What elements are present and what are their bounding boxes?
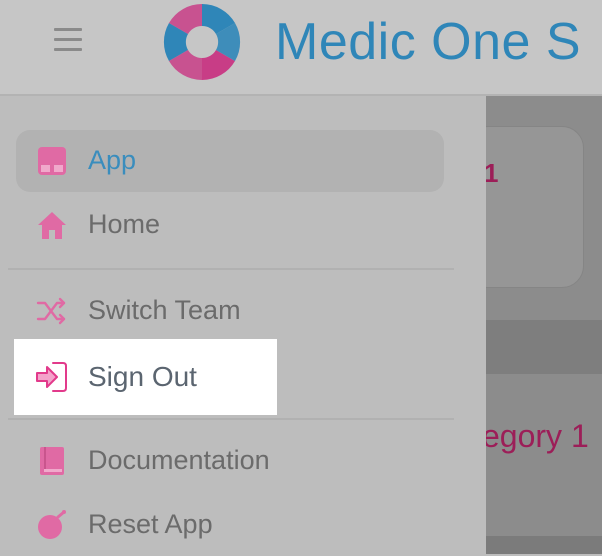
menu-divider: [8, 268, 454, 270]
home-icon: [38, 212, 66, 239]
book-icon: [40, 447, 64, 475]
shuffle-icon: [36, 297, 66, 325]
menu-item-reset-app[interactable]: Reset App: [16, 494, 444, 556]
background-card-text: 1: [486, 158, 499, 188]
menu-item-label: Switch Team: [88, 295, 241, 325]
app-icon: [38, 147, 66, 175]
medic-one-logo-icon: [163, 3, 241, 81]
background-category-text: egory 1: [486, 418, 589, 454]
menu-item-label: Home: [88, 209, 161, 239]
menu-item-label: Sign Out: [88, 361, 197, 392]
menu-item-label: Documentation: [88, 445, 270, 475]
brand-title: Medic One S: [275, 13, 582, 71]
background-page: 1 egory 1: [486, 96, 602, 554]
menu-item-sign-out[interactable]: Sign Out: [14, 339, 277, 415]
menu-item-home[interactable]: Home: [16, 194, 444, 256]
menu-item-switch-team[interactable]: Switch Team: [16, 280, 444, 342]
background-low-band: [486, 536, 602, 554]
app-header: Medic One S: [0, 0, 602, 96]
hamburger-menu-icon[interactable]: [54, 28, 82, 52]
reset-icon: [38, 510, 66, 539]
menu-divider: [8, 418, 454, 420]
sign-in-arrow-icon: [36, 362, 67, 392]
menu-item-app[interactable]: App: [16, 130, 444, 192]
background-card: [486, 126, 584, 288]
menu-item-documentation[interactable]: Documentation: [16, 430, 444, 492]
background-band: [486, 320, 602, 374]
menu-item-label: Reset App: [88, 509, 213, 539]
menu-item-label: App: [88, 145, 137, 175]
side-menu: App Home Switch Team Documentation Reset…: [0, 96, 486, 554]
